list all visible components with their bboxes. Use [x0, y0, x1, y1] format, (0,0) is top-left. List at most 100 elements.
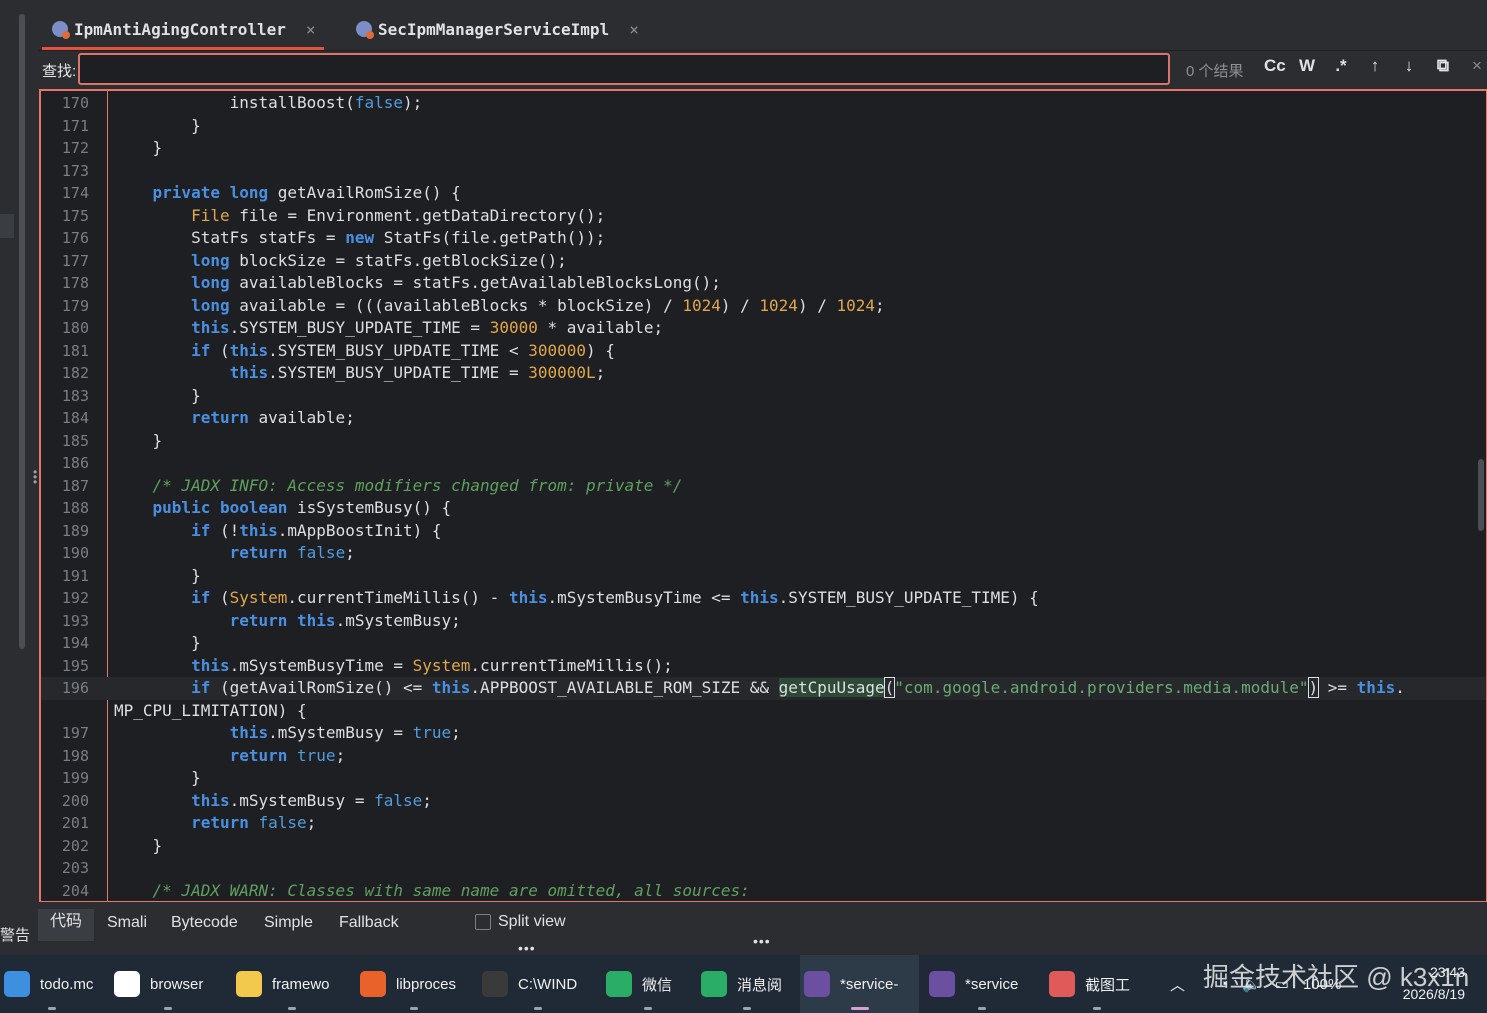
tab-fallback[interactable]: Fallback	[339, 914, 399, 932]
code-line[interactable]: 204 /* JADX WARN: Classes with same name…	[41, 880, 1486, 902]
find-in-selection-icon[interactable]: ⧉	[1434, 56, 1452, 76]
code-text[interactable]: StatFs statFs = new StatFs(file.getPath(…	[114, 227, 605, 250]
code-line[interactable]: 171 }	[41, 115, 1486, 138]
code-text[interactable]: if (!this.mAppBoostInit) {	[114, 520, 441, 543]
taskbar-item[interactable]: 微信	[602, 955, 694, 1013]
code-text[interactable]: long available = (((availableBlocks * bl…	[114, 295, 885, 318]
taskbar-item[interactable]: 消息阅	[697, 955, 797, 1013]
code-text[interactable]: this.SYSTEM_BUSY_UPDATE_TIME = 30000 * a…	[114, 317, 663, 340]
close-find-icon[interactable]: ×	[1468, 56, 1486, 76]
code-line[interactable]: 179 long available = (((availableBlocks …	[41, 295, 1486, 318]
match-case-button[interactable]: Cc	[1264, 56, 1286, 76]
code-text[interactable]: /* JADX WARN: Classes with same name are…	[114, 880, 750, 902]
code-text[interactable]: File file = Environment.getDataDirectory…	[114, 205, 605, 228]
regex-button[interactable]: .*	[1332, 56, 1350, 76]
code-line[interactable]: 203	[41, 857, 1486, 880]
code-line[interactable]: 192 if (System.currentTimeMillis() - thi…	[41, 587, 1486, 610]
code-text[interactable]: long blockSize = statFs.getBlockSize();	[114, 250, 567, 273]
code-editor[interactable]: 170 installBoost(false); 171 } 172 } 173 174…	[39, 89, 1487, 903]
tab-code[interactable]: 代码	[38, 909, 95, 941]
code-line[interactable]: 170 installBoost(false);	[41, 92, 1486, 115]
code-text[interactable]: if (getAvailRomSize() <= this.APPBOOST_A…	[114, 677, 1405, 700]
code-line[interactable]: 191 }	[41, 565, 1486, 588]
tab-ipm-anti-aging-controller[interactable]: IpmAntiAgingController ×	[42, 12, 324, 50]
code-text[interactable]: if (System.currentTimeMillis() - this.mS…	[114, 587, 1039, 610]
code-line[interactable]: 181 if (this.SYSTEM_BUSY_UPDATE_TIME < 3…	[41, 340, 1486, 363]
code-line[interactable]: 176 StatFs statFs = new StatFs(file.getP…	[41, 227, 1486, 250]
code-line[interactable]: 178 long availableBlocks = statFs.getAva…	[41, 272, 1486, 295]
code-line[interactable]: 187 /* JADX INFO: Access modifiers chang…	[41, 475, 1486, 498]
close-icon[interactable]: ×	[629, 20, 639, 39]
code-text[interactable]: if (this.SYSTEM_BUSY_UPDATE_TIME < 30000…	[114, 340, 615, 363]
code-text[interactable]: this.mSystemBusyTime = System.currentTim…	[114, 655, 673, 678]
code-line[interactable]: 197 this.mSystemBusy = true;	[41, 722, 1486, 745]
code-text[interactable]: }	[114, 632, 201, 655]
code-line[interactable]: 199 }	[41, 767, 1486, 790]
code-line[interactable]: 182 this.SYSTEM_BUSY_UPDATE_TIME = 30000…	[41, 362, 1486, 385]
code-text[interactable]: }	[114, 430, 163, 453]
tab-bytecode[interactable]: Bytecode	[171, 914, 238, 932]
code-line[interactable]: 198 return true;	[41, 745, 1486, 768]
code-text[interactable]: }	[114, 137, 163, 160]
code-line[interactable]: 190 return false;	[41, 542, 1486, 565]
code-text[interactable]: long availableBlocks = statFs.getAvailab…	[114, 272, 721, 295]
taskbar-item[interactable]: libproces	[356, 955, 472, 1013]
whole-word-button[interactable]: W	[1298, 56, 1316, 76]
taskbar-item[interactable]: C:\WIND	[478, 955, 597, 1013]
taskbar-item[interactable]: browser	[110, 955, 226, 1013]
drag-handle[interactable]: • • •	[33, 466, 37, 488]
warnings-label[interactable]: 警告	[0, 924, 30, 945]
code-line[interactable]: 186	[41, 452, 1486, 475]
code-line[interactable]: 195 this.mSystemBusyTime = System.curren…	[41, 655, 1486, 678]
code-line[interactable]: 196 if (getAvailRomSize() <= this.APPBOO…	[41, 677, 1486, 700]
taskbar-item[interactable]: *service-	[800, 955, 919, 1013]
code-area[interactable]: 170 installBoost(false); 171 } 172 } 173 174…	[41, 92, 1486, 902]
taskbar-item[interactable]: framewo	[232, 955, 352, 1013]
tab-smali[interactable]: Smali	[107, 914, 147, 932]
code-line[interactable]: 185 }	[41, 430, 1486, 453]
code-text[interactable]: installBoost(false);	[114, 92, 423, 115]
editor-scrollbar[interactable]	[1478, 459, 1484, 531]
code-line[interactable]: 194 }	[41, 632, 1486, 655]
tab-sec-ipm-manager-service-impl[interactable]: SecIpmManagerServiceImpl ×	[356, 12, 639, 46]
code-text[interactable]: }	[114, 115, 201, 138]
side-scrollbar[interactable]	[19, 14, 25, 649]
code-line[interactable]: 172 }	[41, 137, 1486, 160]
code-text[interactable]: }	[114, 835, 163, 858]
code-line[interactable]: 183 }	[41, 385, 1486, 408]
code-text[interactable]: }	[114, 385, 201, 408]
split-view-checkbox[interactable]	[475, 914, 491, 930]
code-text[interactable]: return this.mSystemBusy;	[114, 610, 461, 633]
code-line[interactable]: 174 private long getAvailRomSize() {	[41, 182, 1486, 205]
code-line[interactable]: 193 return this.mSystemBusy;	[41, 610, 1486, 633]
chevron-up-icon[interactable]: ︿	[1170, 974, 1185, 995]
more-icon[interactable]: •••	[518, 940, 536, 956]
code-text[interactable]: }	[114, 767, 201, 790]
code-line[interactable]: 189 if (!this.mAppBoostInit) {	[41, 520, 1486, 543]
taskbar-item[interactable]: 截图工	[1045, 955, 1149, 1013]
code-text[interactable]: }	[114, 565, 201, 588]
more-icon[interactable]: •••	[753, 933, 771, 949]
code-line[interactable]: 202 }	[41, 835, 1486, 858]
code-text[interactable]: private long getAvailRomSize() {	[114, 182, 461, 205]
code-line[interactable]: 173	[41, 160, 1486, 183]
code-line[interactable]: 200 this.mSystemBusy = false;	[41, 790, 1486, 813]
code-text[interactable]: return true;	[114, 745, 346, 768]
code-text[interactable]: /* JADX INFO: Access modifiers changed f…	[114, 475, 683, 498]
code-line[interactable]: 177 long blockSize = statFs.getBlockSize…	[41, 250, 1486, 273]
code-text[interactable]: return false;	[114, 812, 316, 835]
code-text[interactable]: return false;	[114, 542, 355, 565]
code-line[interactable]: 201 return false;	[41, 812, 1486, 835]
code-text[interactable]: public boolean isSystemBusy() {	[114, 497, 452, 520]
code-line[interactable]: 184 return available;	[41, 407, 1486, 430]
code-line-wrap[interactable]: MP_CPU_LIMITATION) {	[41, 700, 1486, 723]
taskbar-item[interactable]: *service	[925, 955, 1039, 1013]
code-text[interactable]: this.mSystemBusy = false;	[114, 790, 432, 813]
code-line[interactable]: 180 this.SYSTEM_BUSY_UPDATE_TIME = 30000…	[41, 317, 1486, 340]
arrow-down-icon[interactable]: ↓	[1400, 56, 1418, 76]
taskbar-item[interactable]: todo.mc	[0, 955, 104, 1013]
tab-simple[interactable]: Simple	[264, 914, 313, 932]
find-input[interactable]	[78, 53, 1170, 85]
code-text[interactable]: return available;	[114, 407, 355, 430]
code-text[interactable]: MP_CPU_LIMITATION) {	[114, 700, 307, 723]
